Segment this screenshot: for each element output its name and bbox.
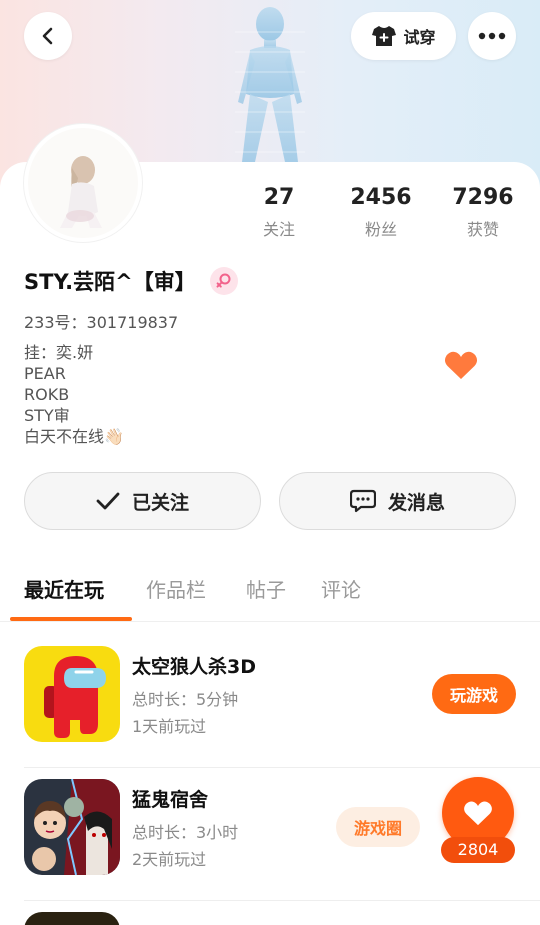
haunted-dorm-icon xyxy=(24,779,120,875)
heart-decoration xyxy=(444,350,478,384)
send-message-button[interactable]: 发消息 xyxy=(279,472,516,530)
profile-name: STY.芸陌^【审】 xyxy=(24,270,196,294)
female-icon xyxy=(216,273,231,288)
bio-line: ROKB xyxy=(24,385,70,404)
tshirt-plus-icon xyxy=(372,26,397,46)
stat-following-label: 关注 xyxy=(262,220,295,239)
chevron-left-icon xyxy=(42,27,53,45)
game-last-played: 2天前玩过 xyxy=(132,850,207,869)
send-message-label: 发消息 xyxy=(387,491,445,514)
game-icon-haunted-dorm[interactable] xyxy=(24,779,120,875)
game-icon-among-us[interactable] xyxy=(24,646,120,742)
profile-bio: 挂：奕.妍 PEAR ROKB STY审 白天不在线👋🏻 xyxy=(24,342,124,447)
heart-icon xyxy=(444,351,478,379)
game-icon-partial[interactable] xyxy=(24,912,120,925)
try-on-button[interactable]: 试穿 xyxy=(351,12,456,60)
game-duration: 总时长：3小时 xyxy=(132,823,239,842)
avatar-figure-illustration xyxy=(235,7,305,162)
game-duration: 总时长：5分钟 xyxy=(132,690,239,709)
play-game-button[interactable]: 玩游戏 xyxy=(432,674,516,714)
stat-likes-label: 获赞 xyxy=(466,220,499,239)
game-title: 太空狼人杀3D xyxy=(132,656,256,678)
more-options-button[interactable] xyxy=(468,12,516,60)
avatar-illustration xyxy=(28,128,138,238)
stat-fans-label: 粉丝 xyxy=(364,220,397,239)
tab-comments[interactable]: 评论 xyxy=(321,574,361,603)
try-on-label: 试穿 xyxy=(403,28,436,47)
game-last-played: 1天前玩过 xyxy=(132,717,207,736)
back-button[interactable] xyxy=(24,12,72,60)
bio-line: 白天不在线👋🏻 xyxy=(24,427,124,446)
profile-uid: 233号：301719837 xyxy=(24,313,179,332)
bio-line: STY审 xyxy=(24,406,70,425)
tab-posts[interactable]: 帖子 xyxy=(246,574,286,603)
followed-button[interactable]: 已关注 xyxy=(24,472,261,530)
like-fab-button[interactable]: 2804 xyxy=(441,777,515,863)
checkmark-icon xyxy=(96,492,120,510)
game-circle-button[interactable]: 游戏圈 xyxy=(336,807,420,847)
divider xyxy=(24,900,540,901)
tab-recently-played[interactable]: 最近在玩 xyxy=(24,574,104,603)
stat-fans[interactable]: 2456 粉丝 xyxy=(336,184,426,240)
tab-works[interactable]: 作品栏 xyxy=(146,574,206,603)
profile-tabs: 最近在玩 作品栏 帖子 评论 xyxy=(0,570,540,622)
list-item[interactable]: 太空狼人杀3D 总时长：5分钟 1天前玩过 玩游戏 xyxy=(0,634,540,768)
heart-icon xyxy=(464,801,492,826)
name-row: STY.芸陌^【审】 xyxy=(24,266,238,296)
bio-line: 挂：奕.妍 xyxy=(24,343,94,362)
game-title: 猛鬼宿舍 xyxy=(132,789,209,811)
stat-fans-value: 2456 xyxy=(350,185,412,210)
stat-likes-value: 7296 xyxy=(452,185,514,210)
gender-badge xyxy=(209,267,238,295)
stat-likes[interactable]: 7296 获赞 xyxy=(438,184,528,240)
stat-following[interactable]: 27 关注 xyxy=(234,184,324,240)
chat-bubble-icon xyxy=(349,489,376,513)
avatar[interactable] xyxy=(24,124,142,242)
red-crewmate-icon xyxy=(24,646,120,742)
followed-label: 已关注 xyxy=(131,491,189,514)
active-tab-indicator xyxy=(10,617,132,621)
stat-following-value: 27 xyxy=(263,185,295,210)
bio-line: PEAR xyxy=(24,364,66,383)
more-dots-icon xyxy=(478,32,506,40)
like-count: 2804 xyxy=(441,837,515,863)
